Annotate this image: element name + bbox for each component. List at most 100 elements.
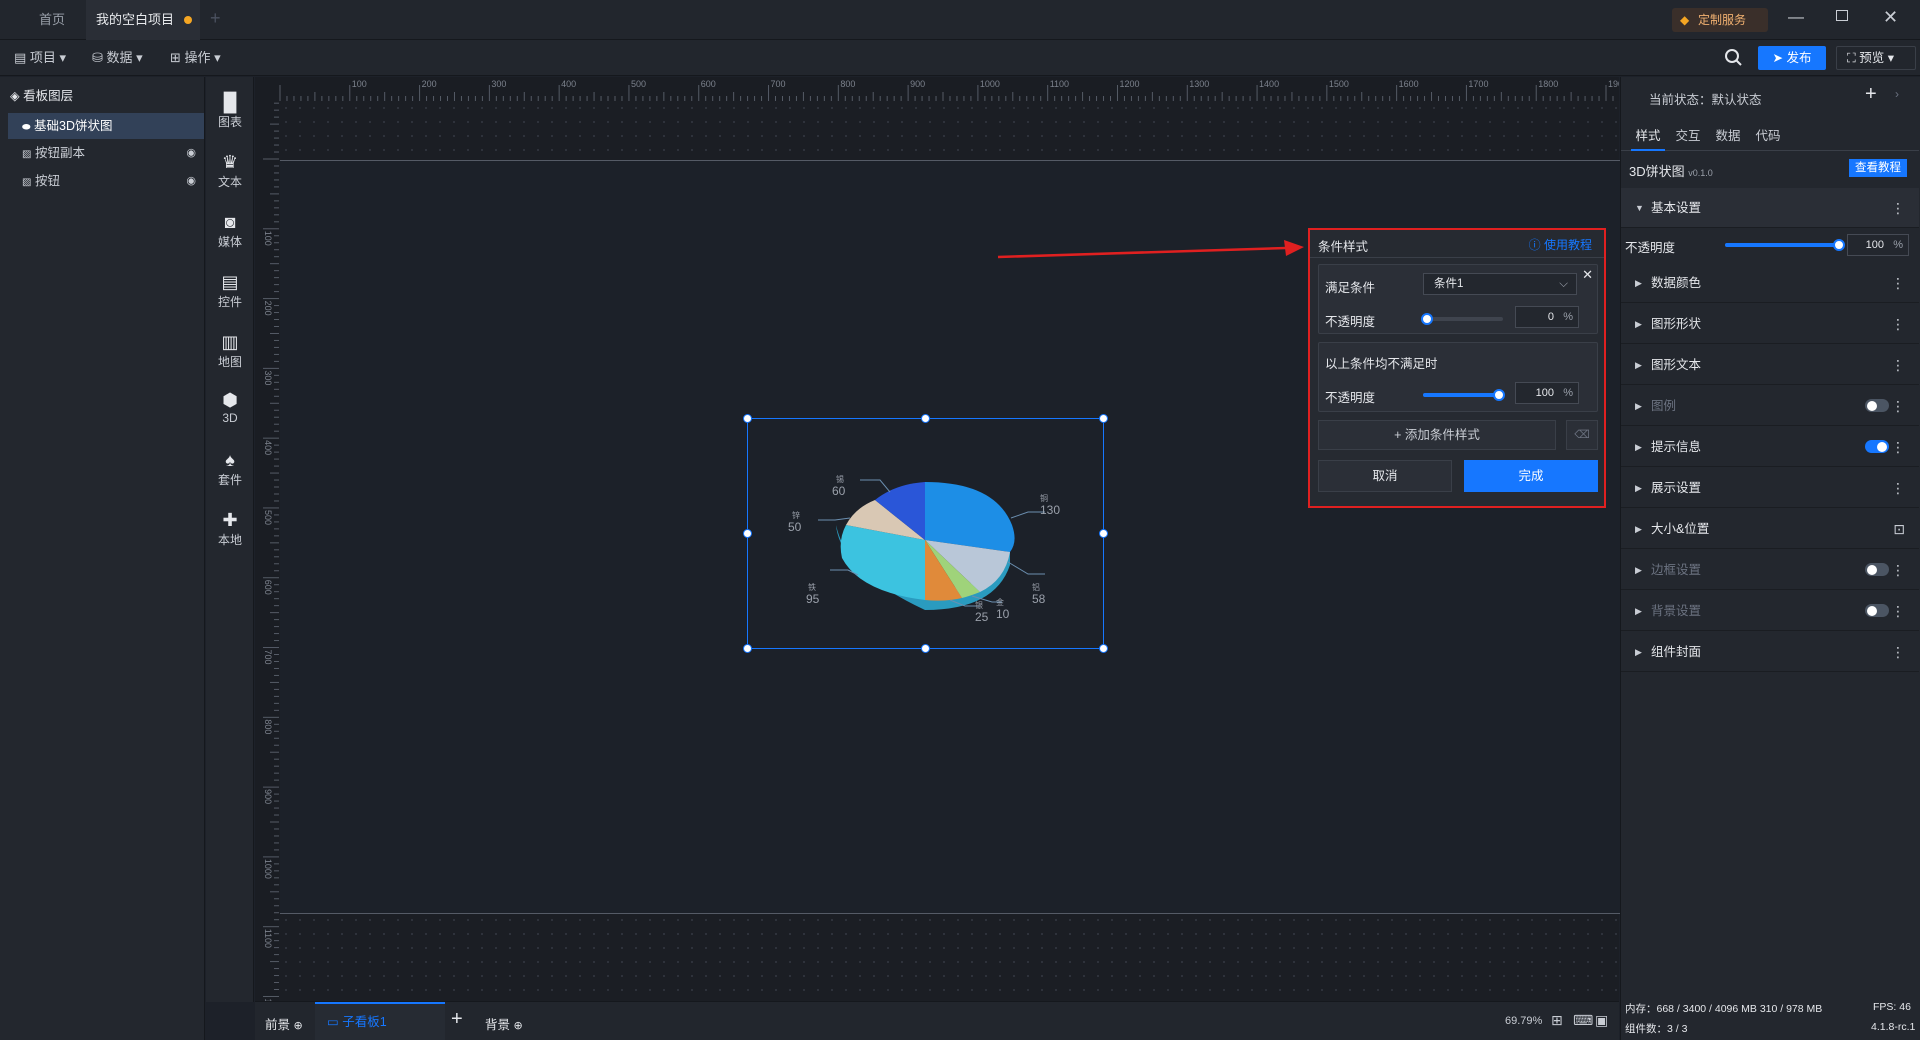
- foreground-tab[interactable]: 前景 ⊕: [265, 1014, 303, 1033]
- basic-opacity-input[interactable]: 100 %: [1847, 234, 1909, 256]
- condition-select[interactable]: 条件1 ⌵: [1423, 273, 1577, 295]
- section-display[interactable]: ▶ 展示设置 ⋮: [1621, 468, 1919, 508]
- more-icon[interactable]: ⋮: [1891, 188, 1905, 228]
- basic-opacity-slider[interactable]: [1725, 239, 1845, 251]
- opacity-input[interactable]: 0 %: [1515, 306, 1579, 328]
- close-condition-icon[interactable]: ✕: [1582, 267, 1593, 283]
- publish-button[interactable]: ➤ 发布: [1758, 46, 1826, 70]
- section-cover[interactable]: ▶ 组件封面 ⋮: [1621, 632, 1919, 672]
- fit-screen-icon[interactable]: ⊞: [1551, 1012, 1563, 1029]
- section-size-position[interactable]: ▶ 大小&位置 ⊡: [1621, 509, 1919, 549]
- keyboard-icon[interactable]: ⌨: [1573, 1012, 1593, 1029]
- restore-icon[interactable]: [1836, 10, 1848, 21]
- add-tab-icon[interactable]: +: [210, 8, 221, 29]
- section-tooltip[interactable]: ▶ 提示信息 ⋮: [1621, 427, 1919, 467]
- section-legend[interactable]: ▶ 图例 ⋮: [1621, 386, 1919, 426]
- resize-handle[interactable]: [1099, 529, 1108, 538]
- cancel-button[interactable]: 取消: [1318, 460, 1452, 492]
- operate-menu[interactable]: ⊞ 操作 ▾: [162, 46, 229, 70]
- preview-button[interactable]: ⛶ 预览 ▾: [1836, 46, 1916, 70]
- zoom-level[interactable]: 69.79%: [1505, 1015, 1542, 1027]
- more-icon[interactable]: ⋮: [1891, 591, 1905, 631]
- ruler-label: 700: [263, 650, 273, 665]
- add-board-icon[interactable]: +: [451, 1008, 463, 1031]
- tool-3d[interactable]: ⬢ 3D: [206, 383, 254, 435]
- else-opacity-slider[interactable]: [1423, 389, 1505, 401]
- ruler-label: 1300: [1189, 79, 1209, 89]
- view-tutorial-button[interactable]: 查看教程: [1849, 159, 1907, 177]
- subboard-tab[interactable]: ▭ 子看板1: [315, 1002, 445, 1040]
- tab-home[interactable]: 首页: [18, 0, 86, 40]
- done-button[interactable]: 完成: [1464, 460, 1598, 492]
- else-opacity-input[interactable]: 100 %: [1515, 382, 1579, 404]
- popup-help-link[interactable]: ⓘ 使用教程: [1529, 236, 1592, 253]
- more-icon[interactable]: ⋮: [1891, 550, 1905, 590]
- section-background[interactable]: ▶ 背景设置 ⋮: [1621, 591, 1919, 631]
- tab-data[interactable]: 数据: [1711, 125, 1745, 151]
- section-border[interactable]: ▶ 边框设置 ⋮: [1621, 550, 1919, 590]
- add-condition-label: 添加条件样式: [1404, 428, 1480, 442]
- background-tab[interactable]: 背景 ⊕: [485, 1014, 523, 1033]
- pie-label-value: 50: [788, 520, 802, 534]
- tool-map[interactable]: ▥ 地图: [206, 325, 254, 377]
- resize-handle[interactable]: [1099, 644, 1108, 653]
- more-icon[interactable]: ⋮: [1891, 304, 1905, 344]
- lock-icon[interactable]: ⊡: [1893, 509, 1905, 549]
- legend-toggle[interactable]: [1865, 399, 1889, 412]
- slider-knob[interactable]: [1493, 389, 1505, 401]
- custom-service-button[interactable]: ◆ 定制服务: [1672, 8, 1768, 32]
- tab-code[interactable]: 代码: [1751, 125, 1785, 151]
- hidden-eye-icon[interactable]: ◉: [186, 140, 196, 166]
- background-label: 背景: [485, 1018, 511, 1032]
- tool-suite[interactable]: ♠ 套件: [206, 443, 254, 495]
- tool-control[interactable]: ▤ 控件: [206, 265, 254, 317]
- resize-handle[interactable]: [743, 644, 752, 653]
- tool-media[interactable]: ◙ 媒体: [206, 205, 254, 257]
- resize-handle[interactable]: [743, 414, 752, 423]
- section-shape[interactable]: ▶ 图形形状 ⋮: [1621, 304, 1919, 344]
- chevron-right-icon[interactable]: ›: [1895, 87, 1899, 101]
- tool-text[interactable]: ♛ 文本: [206, 145, 254, 197]
- opacity-slider[interactable]: [1421, 313, 1503, 325]
- layer-item-pie[interactable]: ⬬ 基础3D饼状图: [8, 113, 204, 139]
- tooltip-toggle[interactable]: [1865, 440, 1889, 453]
- resize-handle[interactable]: [743, 529, 752, 538]
- section-data-color[interactable]: ▶ 数据颜色 ⋮: [1621, 263, 1919, 303]
- section-text[interactable]: ▶ 图形文本 ⋮: [1621, 345, 1919, 385]
- tab-style[interactable]: 样式: [1631, 125, 1665, 151]
- layer-item-button[interactable]: ▨ 按钮 ◉: [8, 168, 204, 194]
- more-icon[interactable]: ⋮: [1891, 468, 1905, 508]
- more-icon[interactable]: ⋮: [1891, 427, 1905, 467]
- ruler-label: 400: [561, 79, 576, 89]
- terminal-icon[interactable]: ▣: [1595, 1012, 1608, 1029]
- slider-knob[interactable]: [1421, 313, 1433, 325]
- minimize-icon[interactable]: —: [1788, 9, 1804, 27]
- layer-item-button-copy[interactable]: ▨ 按钮副本 ◉: [8, 140, 204, 166]
- resize-handle[interactable]: [921, 414, 930, 423]
- section-basic[interactable]: ▼ 基本设置 ⋮: [1621, 188, 1919, 228]
- tool-local[interactable]: ✚ 本地: [206, 503, 254, 555]
- close-icon[interactable]: ✕: [1883, 7, 1898, 28]
- caret-right-icon: ▶: [1635, 647, 1642, 657]
- more-icon[interactable]: ⋮: [1891, 386, 1905, 426]
- more-icon[interactable]: ⋮: [1891, 263, 1905, 303]
- border-toggle[interactable]: [1865, 563, 1889, 576]
- project-menu[interactable]: ▤ 项目 ▾: [6, 46, 74, 70]
- resize-handle[interactable]: [1099, 414, 1108, 423]
- background-toggle[interactable]: [1865, 604, 1889, 617]
- tab-interaction[interactable]: 交互: [1671, 125, 1705, 151]
- resize-handle[interactable]: [921, 644, 930, 653]
- add-state-icon[interactable]: +: [1865, 83, 1877, 106]
- more-icon[interactable]: ⋮: [1891, 345, 1905, 385]
- more-icon[interactable]: ⋮: [1891, 632, 1905, 672]
- tool-chart[interactable]: ▐▌ 图表: [206, 85, 254, 137]
- brush-icon[interactable]: ⌫: [1566, 420, 1598, 450]
- slider-knob[interactable]: [1833, 239, 1845, 251]
- hidden-eye-icon[interactable]: ◉: [186, 168, 196, 194]
- add-condition-button[interactable]: + 添加条件样式: [1318, 420, 1556, 450]
- caret-right-icon: ▶: [1635, 565, 1642, 575]
- search-icon[interactable]: [1722, 46, 1744, 68]
- ruler-label: 100: [263, 231, 273, 246]
- data-menu[interactable]: ⛁ 数据 ▾: [84, 46, 151, 70]
- tab-project[interactable]: 我的空白项目: [86, 0, 200, 40]
